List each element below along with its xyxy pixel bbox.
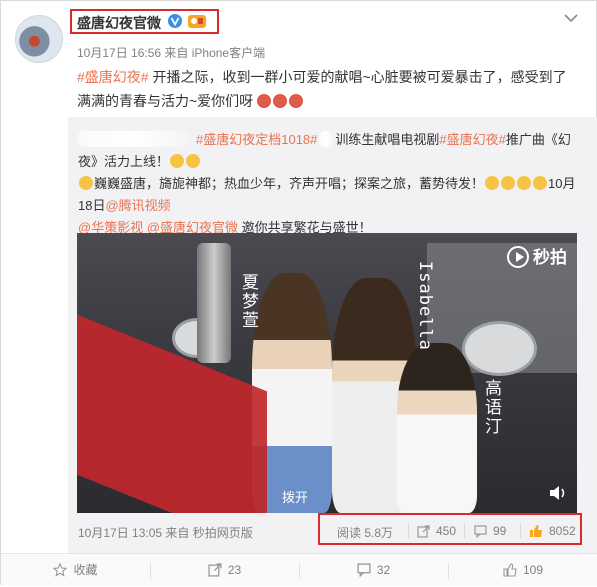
comment-button[interactable]: 32	[299, 554, 448, 587]
emoji-icon	[533, 176, 548, 190]
like-icon	[503, 563, 517, 577]
gold-badge-icon[interactable]	[187, 13, 207, 29]
video-logo: 秒拍	[507, 243, 567, 268]
singer-image	[397, 343, 477, 513]
like-count-value: 8052	[549, 524, 576, 538]
favorite-button[interactable]: 收藏	[1, 554, 150, 587]
play-logo-icon	[507, 246, 529, 268]
video-logo-text: 秒拍	[533, 248, 567, 267]
emoji-icon	[79, 176, 93, 190]
comment-count[interactable]: 99	[474, 524, 506, 538]
divider	[464, 524, 465, 538]
post-text: #盛唐幻夜# 开播之际，收到一群小可爱的献唱~心脏要被可爱暴击了，感受到了 满满…	[77, 65, 585, 113]
post-meta[interactable]: 10月17日 16:56 来自 iPhone客户端	[77, 44, 265, 61]
repost-button[interactable]: 23	[150, 554, 299, 587]
microphone-image	[197, 243, 231, 363]
read-count: 阅读 5.8万	[337, 526, 394, 540]
volume-icon[interactable]	[549, 485, 567, 501]
like-icon	[530, 525, 542, 537]
like-count[interactable]: 8052	[529, 524, 576, 538]
repost-meta[interactable]: 10月17日 13:05 来自 秒拍网页版	[78, 524, 253, 541]
comment-label: 32	[376, 563, 391, 577]
divider	[520, 524, 521, 538]
emoji-icon	[485, 176, 500, 190]
post-body-line2: 满满的青春与活力~爱你们呀	[77, 93, 254, 109]
hashtag-link[interactable]: #盛唐幻夜#	[77, 69, 149, 85]
verified-v-icon	[168, 14, 182, 28]
caption-name-3: 高语汀	[481, 379, 501, 436]
menu-chevron-icon[interactable]	[564, 13, 578, 23]
post-body-line1: 开播之际，收到一群小可爱的献唱~心脏要被可爱暴击了，感受到了	[148, 69, 567, 85]
emoji-icon	[186, 154, 201, 168]
caption-name-1: 夏梦萱	[238, 273, 258, 330]
like-button[interactable]: 109	[448, 554, 597, 587]
like-label: 109	[522, 563, 544, 577]
comment-icon	[357, 563, 371, 577]
repost-label: 23	[227, 563, 242, 577]
drum-image	[462, 321, 537, 376]
emoji-icon	[273, 94, 288, 108]
favorite-icon	[53, 563, 68, 577]
repost-hashtag-2[interactable]: #盛唐幻夜#	[439, 132, 505, 147]
repost-text-1: 训练生献唱电视剧	[335, 132, 440, 147]
action-bar: 收藏 23 32 109	[1, 553, 597, 586]
emoji-icon	[501, 176, 516, 190]
emoji-icon	[289, 94, 304, 108]
video-subtitle: 拨开	[282, 490, 309, 505]
emoji-icon	[257, 94, 272, 108]
repost-icon	[208, 563, 222, 577]
avatar[interactable]	[15, 15, 63, 63]
author-name[interactable]: 盛唐幻夜官微	[77, 13, 161, 33]
repost-icon	[417, 525, 430, 538]
weibo-post: 盛唐幻夜官微 10月17日 16:56 来自 iPhone客户端 #盛唐幻夜# …	[0, 0, 597, 586]
blurred-text	[319, 131, 334, 147]
repost-block: #盛唐幻夜定档1018# 训练生献唱电视剧#盛唐幻夜#推广曲《幻夜》活力上线！ 巍…	[68, 117, 597, 553]
mention-link[interactable]: @腾讯视频	[105, 198, 170, 213]
repost-count[interactable]: 450	[417, 524, 456, 538]
caption-name-2: Isabella	[415, 261, 435, 351]
video-player[interactable]: 夏梦萱 Isabella 高语汀 秒拍 拨开	[77, 233, 577, 513]
favorite-label: 收藏	[73, 563, 98, 577]
blurred-username	[78, 131, 190, 147]
repost-hashtag-1[interactable]: #盛唐幻夜定档1018#	[196, 132, 317, 147]
divider	[408, 524, 409, 538]
emoji-icon	[517, 176, 532, 190]
comment-count-value: 99	[493, 524, 507, 538]
emoji-icon	[170, 154, 185, 168]
comment-icon	[474, 525, 487, 538]
repost-text: #盛唐幻夜定档1018# 训练生献唱电视剧#盛唐幻夜#推广曲《幻夜》活力上线！ 巍…	[78, 129, 588, 239]
repost-text-3: 巍巍盛唐，旖旎神都；热血少年，齐声开唱；探案之旅，蓄势待发！	[94, 176, 485, 191]
repost-count-value: 450	[436, 524, 457, 538]
